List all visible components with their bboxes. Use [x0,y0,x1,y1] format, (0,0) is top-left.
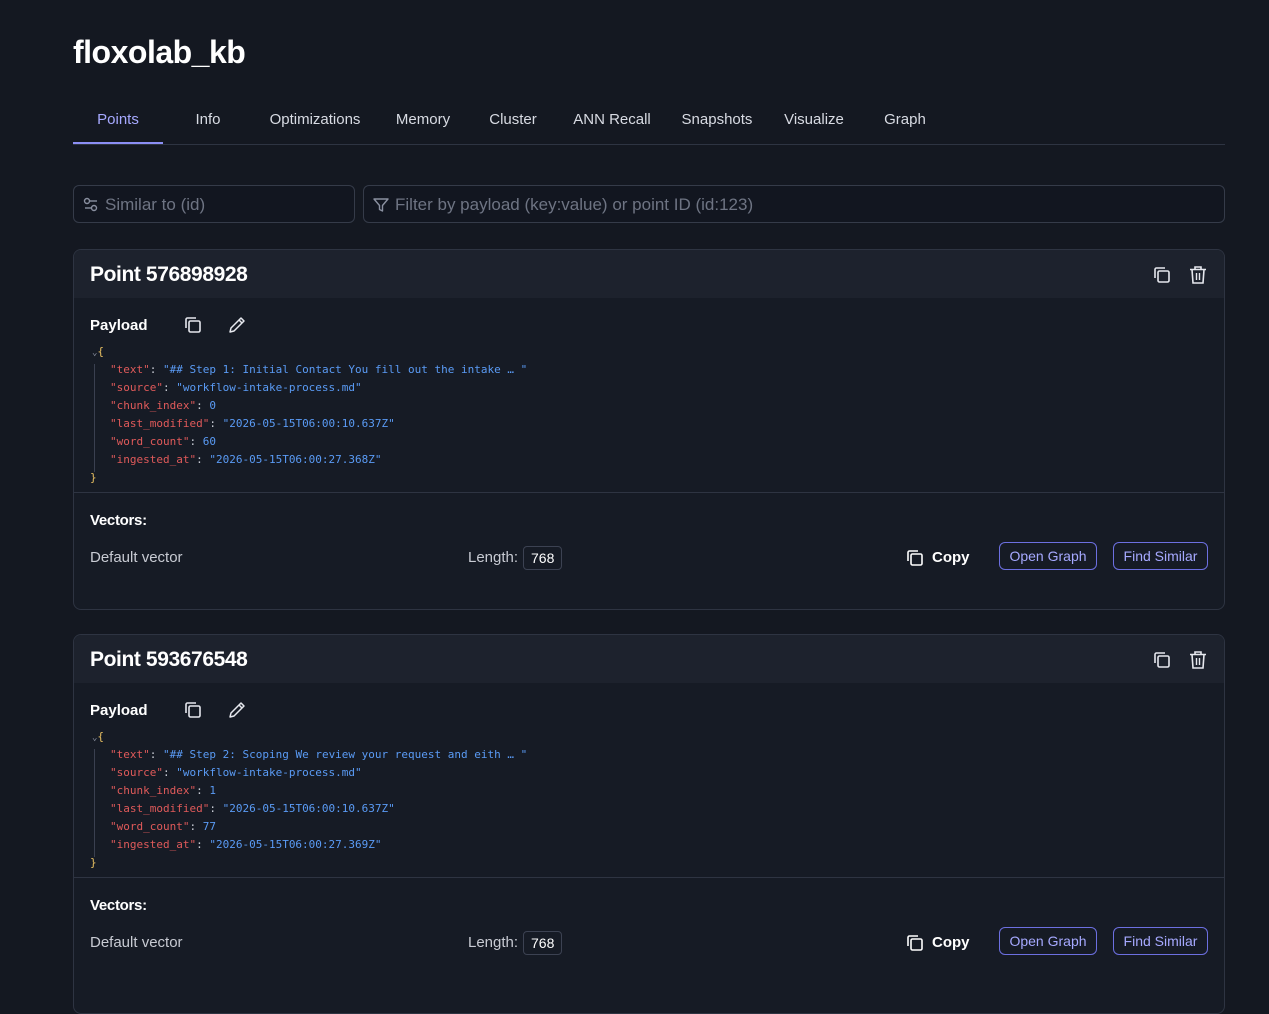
json-line: "source": "workflow-intake-process.md" [110,766,362,779]
settings-sliders-icon [83,197,98,212]
filter-search-box [363,185,1225,224]
length-label: Length: [468,934,519,951]
payload-label: Payload [90,317,148,334]
payload-label: Payload [90,702,148,719]
length-label: Length: [468,549,519,566]
json-line: "chunk_index": 1 [110,784,216,797]
tab-graph[interactable]: Graph [873,98,937,143]
json-line: "text": "## Step 1: Initial Contact You … [110,363,528,376]
filter-icon [373,198,389,212]
json-line: "ingested_at": "2026-05-15T06:00:27.369Z… [110,838,382,851]
json-indent-guide [94,364,95,472]
point-card-header: Point 593676548 [74,635,1224,683]
json-line: "ingested_at": "2026-05-15T06:00:27.368Z… [110,453,382,466]
copy-icon [907,935,923,951]
open-graph-button[interactable]: Open Graph [999,542,1097,570]
json-line: "last_modified": "2026-05-15T06:00:10.63… [110,417,395,430]
point-title: Point 576898928 [90,263,248,286]
point-card-header: Point 576898928 [74,250,1224,298]
copy-payload-icon[interactable] [182,314,204,336]
payload-json: ⌄{ "text": "## Step 1: Initial Contact Y… [90,345,528,484]
json-line: "last_modified": "2026-05-15T06:00:10.63… [110,802,395,815]
copy-point-icon[interactable] [1151,649,1173,671]
vectors-label: Vectors: [90,897,147,914]
tab-optimizations[interactable]: Optimizations [262,98,368,143]
copy-payload-icon[interactable] [182,699,204,721]
tab-snapshots[interactable]: Snapshots [677,98,757,143]
length-badge: 768 [523,546,563,570]
vectors-label: Vectors: [90,512,147,529]
json-line: "chunk_index": 0 [110,399,216,412]
point-card: Point 593676548 Payload ⌄{ "text": "## S… [73,634,1225,1014]
copy-label: Copy [932,934,970,951]
delete-point-icon[interactable] [1187,264,1209,286]
vectors-section: Vectors: Default vector Length: 768 Copy… [74,493,1224,607]
filter-input[interactable] [393,186,1217,224]
page-title: floxolab_kb [73,34,246,70]
copy-vector-button[interactable]: Copy [904,931,974,955]
similar-input[interactable] [103,186,347,224]
copy-icon [907,550,923,566]
similar-search-box [73,185,355,224]
payload-json: ⌄{ "text": "## Step 2: Scoping We review… [90,730,528,869]
tab-visualize[interactable]: Visualize [778,98,850,143]
vectors-section: Vectors: Default vector Length: 768 Copy… [74,878,1224,992]
find-similar-button[interactable]: Find Similar [1113,542,1208,570]
length-badge: 768 [523,931,563,955]
tab-ann-recall[interactable]: ANN Recall [567,98,657,143]
point-title: Point 593676548 [90,648,248,671]
tab-bar: Points Info Optimizations Memory Cluster… [73,98,1225,145]
json-indent-guide [94,749,95,857]
payload-header: Payload [74,298,1224,346]
tab-memory[interactable]: Memory [388,98,458,143]
vector-name: Default vector [90,549,183,566]
copy-vector-button[interactable]: Copy [904,546,974,570]
json-line: "text": "## Step 2: Scoping We review yo… [110,748,528,761]
payload-header: Payload [74,683,1224,731]
find-similar-button[interactable]: Find Similar [1113,927,1208,955]
copy-point-icon[interactable] [1151,264,1173,286]
copy-label: Copy [932,549,970,566]
open-graph-button[interactable]: Open Graph [999,927,1097,955]
edit-payload-icon[interactable] [226,314,248,336]
point-card: Point 576898928 Payload ⌄{ "text": "## S… [73,249,1225,610]
json-line: "word_count": 77 [110,820,216,833]
json-line: "source": "workflow-intake-process.md" [110,381,362,394]
edit-payload-icon[interactable] [226,699,248,721]
vector-name: Default vector [90,934,183,951]
json-line: "word_count": 60 [110,435,216,448]
tab-points[interactable]: Points [73,98,163,144]
tab-cluster[interactable]: Cluster [479,98,547,143]
tab-info[interactable]: Info [173,98,243,143]
delete-point-icon[interactable] [1187,649,1209,671]
